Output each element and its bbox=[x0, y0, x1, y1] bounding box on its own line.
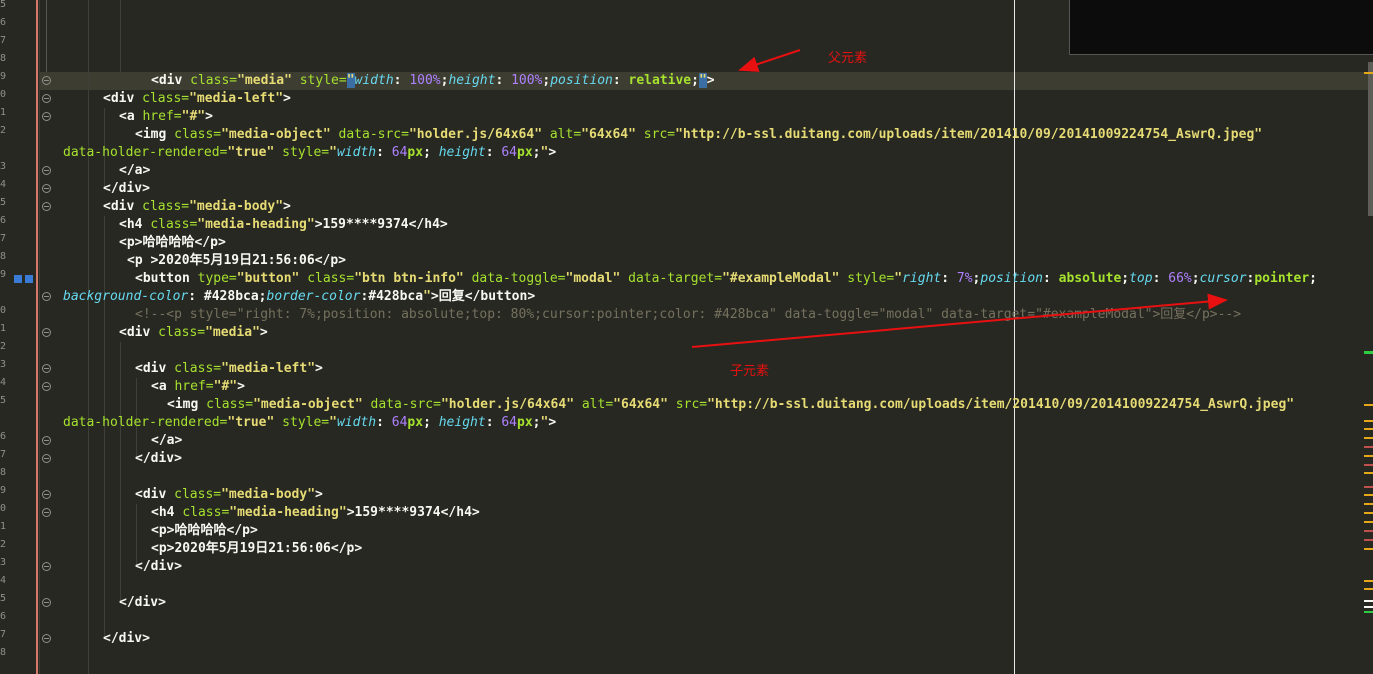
parent-element-label: 父元素 bbox=[828, 51, 868, 66]
child-element-label: 子元素 bbox=[730, 364, 770, 379]
parent-arrow bbox=[738, 49, 801, 72]
child-arrow bbox=[691, 293, 1228, 348]
code-editor[interactable]: 5678901234567890123456789012345678 <div … bbox=[0, 0, 1373, 674]
annotation-arrows bbox=[691, 49, 1228, 348]
